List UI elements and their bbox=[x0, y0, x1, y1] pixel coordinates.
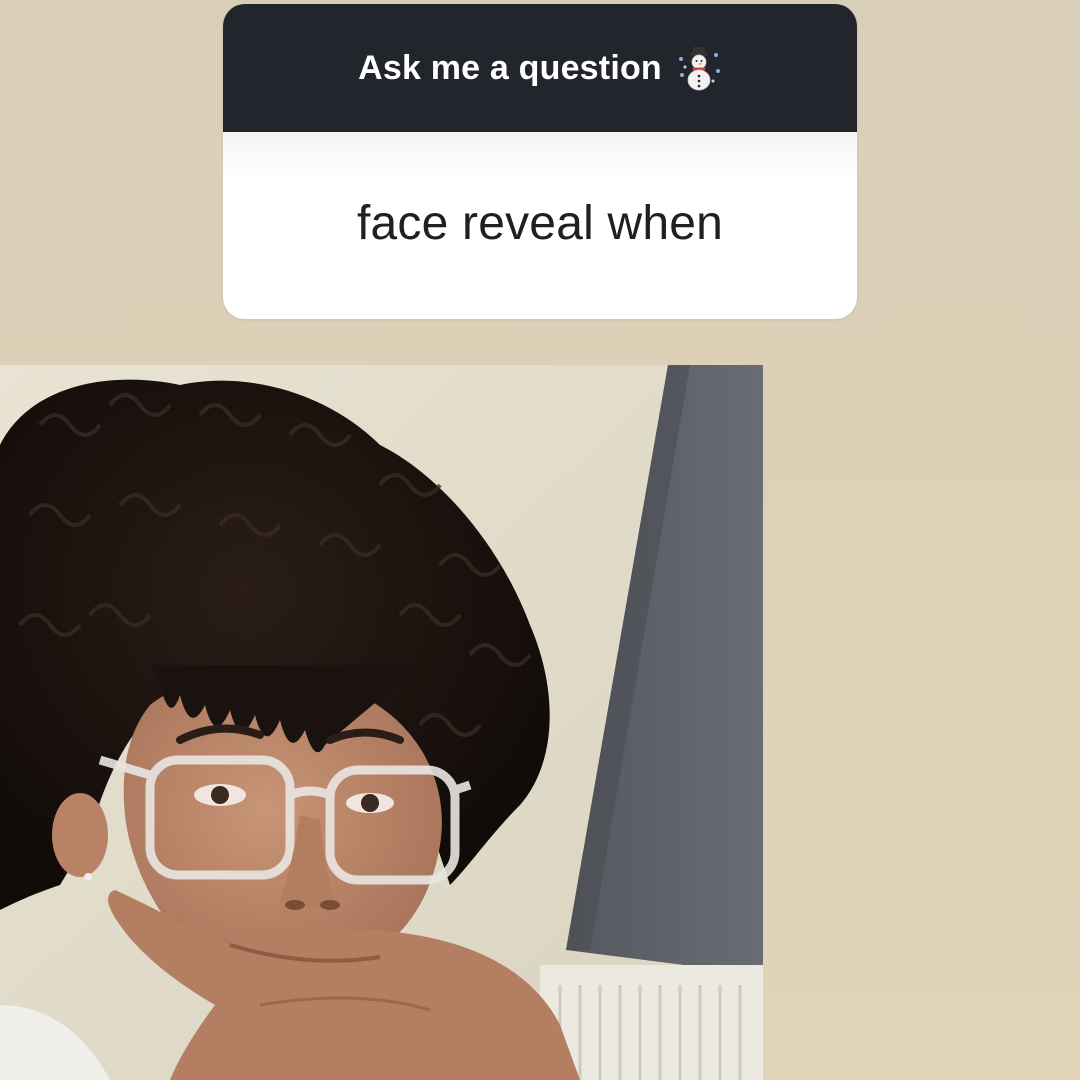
question-text: face reveal when bbox=[356, 197, 724, 250]
question-sticker[interactable]: Ask me a question face reveal when bbox=[223, 4, 857, 319]
snowman-icon bbox=[676, 45, 722, 91]
question-sticker-title: Ask me a question bbox=[358, 48, 662, 87]
question-sticker-body: face reveal when bbox=[223, 132, 857, 319]
selfie-photo bbox=[0, 365, 763, 1080]
question-sticker-header: Ask me a question bbox=[223, 4, 857, 132]
